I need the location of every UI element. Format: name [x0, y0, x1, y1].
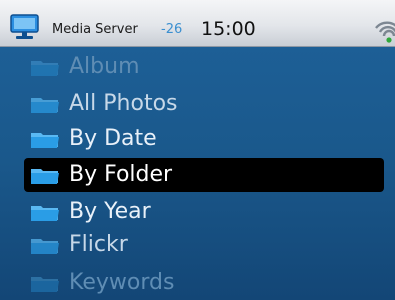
list-item-by-year[interactable]: By Year — [24, 195, 384, 229]
folder-icon — [31, 239, 59, 254]
list-item-label: Album — [69, 54, 140, 79]
list-item-flickr[interactable]: Flickr — [24, 228, 384, 262]
folder-icon — [31, 206, 59, 221]
list-item-label: By Year — [69, 199, 151, 224]
list-item-by-date[interactable]: By Date — [24, 122, 384, 156]
list-item-label: By Date — [69, 126, 157, 151]
list-item-label: Flickr — [69, 232, 128, 257]
list-item-all-photos[interactable]: All Photos — [24, 87, 384, 121]
server-name: Media Server — [52, 22, 138, 37]
folder-icon — [31, 98, 59, 113]
folder-icon — [31, 61, 59, 76]
clock: 15:00 — [201, 18, 256, 40]
folder-icon — [31, 169, 59, 184]
folder-icon — [31, 133, 59, 148]
list-item-label: All Photos — [69, 91, 178, 116]
list-item-label: By Folder — [69, 162, 173, 187]
folder-icon — [31, 277, 59, 292]
list-item-by-folder[interactable]: By Folder — [24, 158, 384, 192]
status-bar: Media Server -26 15:00 — [0, 0, 395, 47]
signal-strength: -26 — [161, 22, 183, 37]
list-item-album[interactable]: Album — [24, 50, 384, 84]
wifi-icon — [375, 21, 395, 43]
list-item-keywords[interactable]: Keywords — [24, 266, 384, 300]
list-item-label: Keywords — [69, 270, 175, 295]
monitor-icon — [10, 14, 39, 39]
media-list: Album All Photos By Date By Folder By Ye… — [0, 47, 395, 300]
